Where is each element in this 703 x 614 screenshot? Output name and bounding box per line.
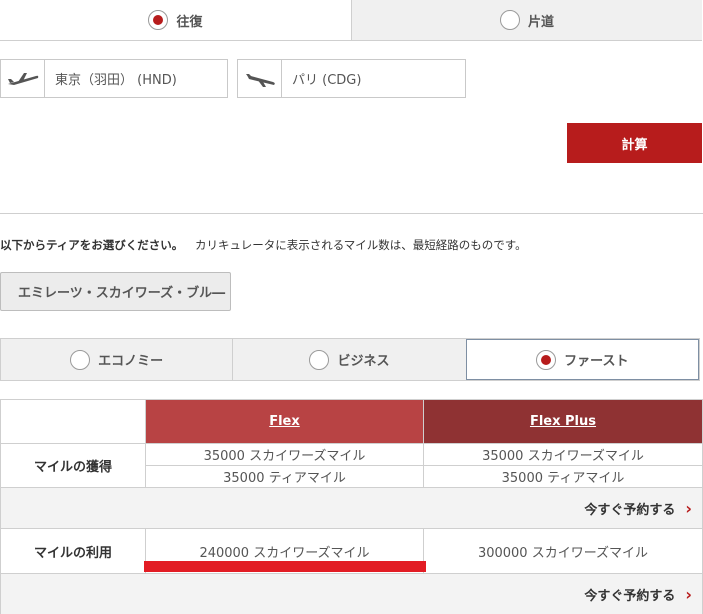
first-label: ファースト xyxy=(564,354,629,369)
tier-dropdown-value: エミレーツ・スカイワーズ・ブル― xyxy=(18,286,226,301)
earn-label: マイルの獲得 xyxy=(0,443,146,488)
calculate-button[interactable]: 計算 xyxy=(567,123,702,163)
tier-dropdown[interactable]: エミレーツ・スカイワーズ・ブル― xyxy=(0,272,231,311)
economy-radio[interactable] xyxy=(70,349,91,370)
economy-label: エコノミー xyxy=(98,354,164,369)
business-radio[interactable] xyxy=(309,349,330,370)
one-way-option[interactable]: 片道 xyxy=(351,0,702,40)
fare-header-flex-plus[interactable]: Flex Plus xyxy=(423,399,703,444)
book-now-link[interactable]: 今すぐ予約する › xyxy=(584,499,692,518)
tier-instruction-note: カリキュレータに表示されるマイル数は、最短経路のものです。 xyxy=(194,238,527,252)
section-divider xyxy=(0,213,703,214)
radio-selected-dot xyxy=(153,15,164,25)
flexplus-earn-skywards: 35000 スカイワーズマイル xyxy=(423,443,703,466)
destination-value: パリ (CDG) xyxy=(292,73,362,88)
first-radio[interactable] xyxy=(536,349,557,370)
one-way-label: 片道 xyxy=(527,14,554,30)
book-now-label: 今すぐ予約する xyxy=(584,502,676,518)
origin-value: 東京（羽田） (HND) xyxy=(55,73,177,88)
flexplus-earn-tier: 35000 ティアマイル xyxy=(423,465,703,488)
book-row: 今すぐ予約する › xyxy=(0,573,703,614)
departure-plane-icon xyxy=(1,60,45,97)
business-label: ビジネス xyxy=(337,354,390,369)
table-row: マイルの獲得 35000 スカイワーズマイル 35000 スカイワーズマイル xyxy=(0,443,703,488)
round-trip-option[interactable]: 往復 xyxy=(0,0,351,40)
use-label: マイルの利用 xyxy=(0,528,146,574)
book-now-label: 今すぐ予約する xyxy=(584,588,676,604)
business-option[interactable]: ビジネス xyxy=(233,339,465,380)
destination-field[interactable]: パリ (CDG) xyxy=(237,59,466,98)
book-cell: 今すぐ予約する › xyxy=(0,573,703,614)
flex-earn-skywards: 35000 スカイワーズマイル xyxy=(145,443,424,466)
highlight-underline xyxy=(144,561,426,572)
chevron-right-icon: › xyxy=(685,584,692,604)
flexplus-use-miles: 300000 スカイワーズマイル xyxy=(423,528,703,574)
book-row: 今すぐ予約する › xyxy=(0,487,703,529)
fare-header-flex[interactable]: Flex xyxy=(145,399,424,444)
origin-field[interactable]: 東京（羽田） (HND) xyxy=(0,59,228,98)
fare-table: Flex Flex Plus マイルの獲得 35000 スカイワーズマイル 35… xyxy=(0,399,703,614)
first-option[interactable]: ファースト xyxy=(465,339,699,380)
arrival-plane-icon xyxy=(238,60,282,97)
one-way-radio[interactable] xyxy=(499,10,520,30)
flex-earn-tier: 35000 ティアマイル xyxy=(145,465,424,488)
fare-header-row: Flex Flex Plus xyxy=(0,399,703,444)
round-trip-label: 往復 xyxy=(176,14,203,30)
round-trip-radio[interactable] xyxy=(148,10,169,30)
trip-type-selector: 往復 片道 xyxy=(0,0,702,41)
radio-selected-dot xyxy=(541,354,552,365)
book-cell: 今すぐ予約する › xyxy=(0,487,703,529)
fare-header-empty xyxy=(0,399,146,444)
book-now-link[interactable]: 今すぐ予約する › xyxy=(584,585,692,604)
chevron-right-icon: › xyxy=(685,498,692,518)
tier-instruction-bold: 以下からティアをお選びください。 xyxy=(0,238,184,252)
cabin-class-selector: エコノミー ビジネス ファースト xyxy=(0,338,700,381)
tier-instruction: 以下からティアをお選びください。 カリキュレータに表示されるマイル数は、最短経路… xyxy=(0,237,527,253)
economy-option[interactable]: エコノミー xyxy=(1,339,234,380)
